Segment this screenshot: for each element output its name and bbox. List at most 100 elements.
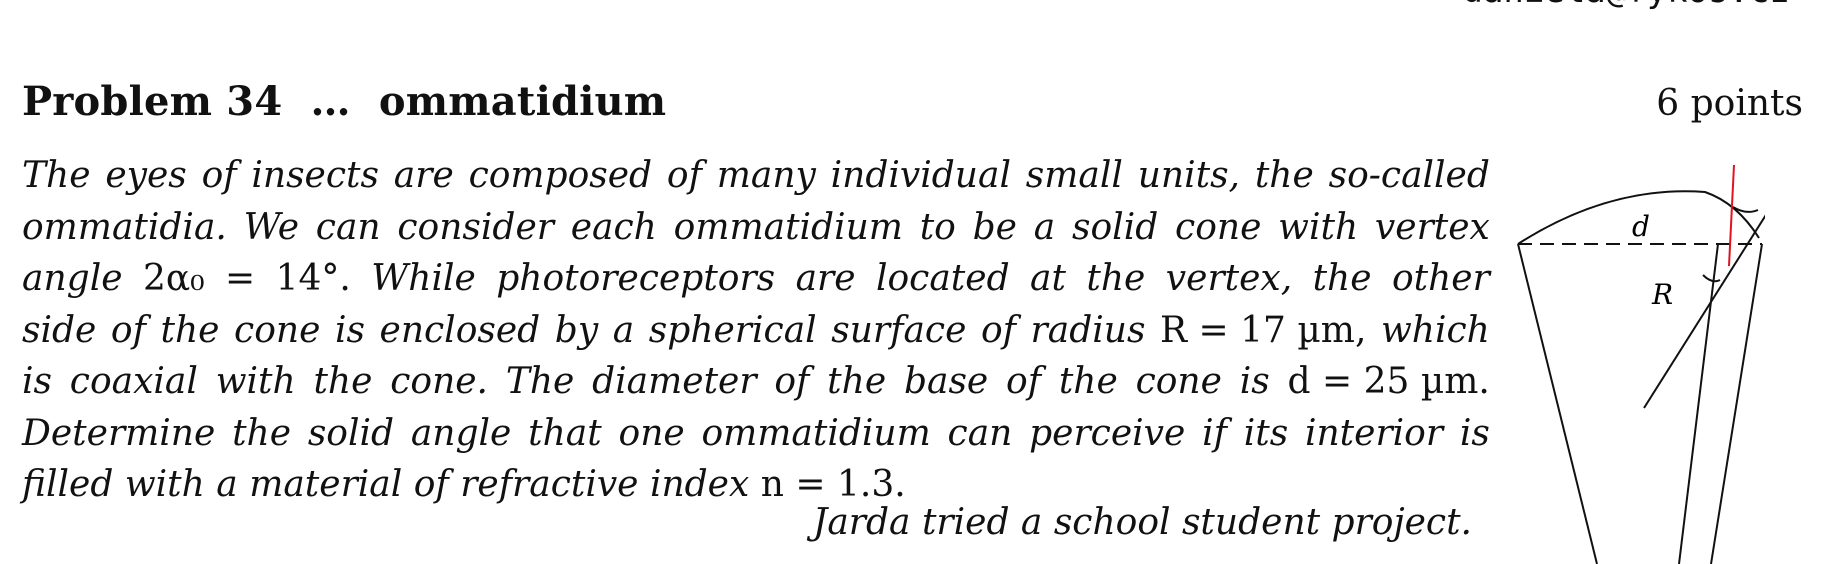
refracted-ray	[1678, 243, 1719, 564]
problem-line: Determine the solid angle that one ommat…	[22, 408, 1490, 460]
word: side	[22, 309, 97, 351]
word: with	[215, 361, 296, 402]
incident-ray	[1728, 164, 1735, 267]
word: vertex,	[1165, 258, 1293, 299]
word: surface	[831, 309, 967, 351]
diameter-label: d	[1632, 210, 1650, 243]
word: ommatidia.	[22, 206, 227, 248]
word: so-called	[1328, 155, 1490, 196]
author-note: Jarda tried a school student project.	[812, 502, 1472, 543]
word: composed	[468, 155, 653, 196]
word: with	[124, 464, 205, 505]
word: located	[875, 258, 1010, 299]
title-separator: …	[310, 78, 351, 125]
word: individual	[830, 155, 1011, 196]
word: are	[795, 258, 856, 299]
word: can	[315, 206, 381, 248]
word: of	[666, 155, 702, 196]
word: the	[313, 361, 373, 402]
word: eyes	[105, 155, 187, 196]
word: small	[1025, 155, 1123, 196]
word: is	[1459, 412, 1490, 454]
problem-line: is coaxial with the cone. The diameter o…	[22, 356, 1490, 408]
problem-points: 6 points	[1656, 83, 1803, 124]
word: cone	[234, 309, 321, 351]
word: cone.	[390, 361, 489, 402]
word: which	[1380, 309, 1490, 351]
word: if	[1202, 412, 1227, 454]
word: its	[1243, 412, 1289, 454]
math-diameter: d = 25 µm.	[1287, 361, 1490, 402]
word: interior	[1304, 412, 1444, 454]
word: of	[110, 309, 146, 351]
word: that	[528, 412, 602, 454]
word: the	[160, 309, 220, 351]
word: of	[413, 464, 449, 505]
word: the	[827, 361, 887, 402]
word: The	[22, 155, 91, 196]
word: spherical	[648, 309, 817, 351]
word: by	[554, 309, 599, 351]
word: angle	[22, 258, 123, 299]
cone-left-edge	[1517, 243, 1598, 564]
word: the	[1254, 155, 1314, 196]
word: photoreceptors	[496, 258, 776, 299]
word: many	[716, 155, 816, 196]
math-value: 14°.	[275, 258, 351, 299]
word: index	[649, 464, 750, 505]
cone-right-edge	[1710, 243, 1763, 564]
problem-line: ommatidia. We can consider each ommatidi…	[22, 202, 1490, 254]
word: to	[919, 206, 956, 248]
word: the	[1312, 258, 1372, 299]
problem-title: Problem 34 … ommatidium	[22, 78, 666, 126]
word: solid	[1072, 206, 1159, 248]
word: While	[371, 258, 476, 299]
word: a	[216, 464, 238, 505]
word: material	[249, 464, 403, 505]
word: base	[903, 361, 989, 402]
word: solid	[307, 412, 395, 454]
word: Determine	[22, 412, 216, 454]
problem-text: The eyes of insects are composed of many…	[22, 150, 1490, 511]
word: the	[232, 412, 292, 454]
word: We	[243, 206, 300, 248]
word: diameter	[592, 361, 757, 402]
word: of	[1006, 361, 1042, 402]
word: a	[1033, 206, 1056, 248]
math-radius: R = 17 µm,	[1160, 309, 1367, 351]
refraction-angle-arc	[1702, 274, 1721, 283]
word: enclosed	[379, 309, 541, 351]
word: coaxial	[69, 361, 198, 402]
word: each	[570, 206, 657, 248]
word: a	[612, 309, 635, 351]
problem-line: side of the cone is enclosed by a spheri…	[22, 305, 1490, 357]
word: units,	[1137, 155, 1240, 196]
word: at	[1030, 258, 1066, 299]
word: cone	[1175, 206, 1262, 248]
word: is	[334, 309, 365, 351]
word: are	[393, 155, 454, 196]
problem-line: The eyes of insects are composed of many…	[22, 150, 1490, 202]
word: ommatidium	[701, 412, 931, 454]
word: the	[1086, 258, 1146, 299]
radius-label: R	[1651, 278, 1673, 311]
word: vertex	[1374, 206, 1490, 248]
header-email: daniela@fykos.cz	[1462, 0, 1790, 8]
word: angle	[410, 412, 512, 454]
word: of	[201, 155, 237, 196]
word: The	[505, 361, 575, 402]
math-equals: =	[225, 258, 256, 299]
problem-name: ommatidium	[378, 78, 667, 125]
word: ommatidium	[673, 206, 903, 248]
math-angle: 2α₀	[142, 258, 205, 299]
word: filled	[22, 464, 114, 505]
word: refractive	[460, 464, 639, 505]
word: is	[22, 361, 52, 402]
word: can	[947, 412, 1013, 454]
word: be	[972, 206, 1017, 248]
word: of	[980, 309, 1016, 351]
problem-number: Problem 34	[22, 78, 283, 125]
ommatidium-figure: d R	[1517, 164, 1765, 564]
word: the	[1058, 361, 1118, 402]
word: of	[774, 361, 810, 402]
